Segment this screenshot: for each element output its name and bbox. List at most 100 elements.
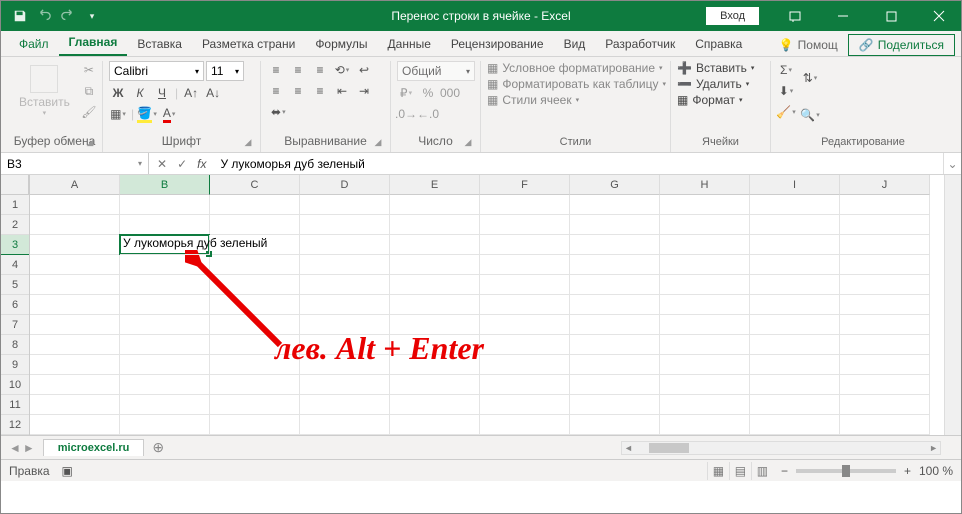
view-page-layout-icon[interactable]: ▤ [729, 462, 751, 480]
clear-icon[interactable]: 🧹 [777, 103, 795, 121]
align-right-icon[interactable]: ≡ [311, 82, 329, 100]
row-header[interactable]: 12 [1, 415, 29, 435]
col-header[interactable]: F [480, 175, 570, 195]
dialog-launcher-icon[interactable]: ◢ [84, 137, 96, 149]
row-header[interactable]: 2 [1, 215, 29, 235]
view-page-break-icon[interactable]: ▥ [751, 462, 773, 480]
tab-review[interactable]: Рецензирование [441, 32, 554, 56]
decrease-decimal-icon[interactable]: ←.0 [419, 105, 437, 123]
autosum-icon[interactable]: Σ [777, 61, 795, 79]
col-header[interactable]: D [300, 175, 390, 195]
wrap-text-icon[interactable]: ↩ [355, 61, 373, 79]
increase-font-icon[interactable]: A↑ [182, 84, 200, 102]
format-as-table-button[interactable]: ▦Форматировать как таблицу▾ [487, 77, 666, 91]
dialog-launcher-icon[interactable]: ◢ [372, 137, 384, 149]
tab-layout[interactable]: Разметка страни [192, 32, 305, 56]
ribbon-options-icon[interactable] [773, 1, 817, 31]
increase-indent-icon[interactable]: ⇥ [355, 82, 373, 100]
align-center-icon[interactable]: ≡ [289, 82, 307, 100]
col-header[interactable]: J [840, 175, 930, 195]
select-all-corner[interactable] [1, 175, 29, 195]
name-box[interactable]: B3▾ [1, 153, 149, 174]
row-header[interactable]: 10 [1, 375, 29, 395]
currency-icon[interactable]: ₽ [397, 84, 415, 102]
save-icon[interactable] [9, 5, 31, 27]
bold-icon[interactable]: Ж [109, 84, 127, 102]
horizontal-scrollbar[interactable]: ◄ ► [621, 441, 941, 455]
conditional-formatting-button[interactable]: ▦Условное форматирование▾ [487, 61, 666, 75]
tab-file[interactable]: Файл [9, 32, 59, 56]
tell-me-button[interactable]: 💡Помощ [775, 34, 842, 56]
vertical-scrollbar[interactable] [944, 175, 961, 435]
share-button[interactable]: 🔗Поделиться [848, 34, 955, 56]
align-bottom-icon[interactable]: ≡ [311, 61, 329, 79]
cancel-formula-icon[interactable]: ✕ [157, 157, 167, 171]
cells-area[interactable]: У лукоморья дуб зеленый лев. Alt + Enter [30, 195, 961, 435]
decrease-indent-icon[interactable]: ⇤ [333, 82, 351, 100]
col-header[interactable]: B [120, 175, 210, 195]
tab-developer[interactable]: Разработчик [595, 32, 685, 56]
row-header[interactable]: 6 [1, 295, 29, 315]
cut-icon[interactable]: ✂ [80, 61, 98, 79]
copy-icon[interactable]: ⧉ [80, 82, 98, 100]
increase-decimal-icon[interactable]: .0→ [397, 105, 415, 123]
col-header[interactable]: H [660, 175, 750, 195]
tab-formulas[interactable]: Формулы [305, 32, 377, 56]
borders-icon[interactable]: ▦ [109, 105, 127, 123]
row-header[interactable]: 3 [1, 235, 29, 255]
minimize-icon[interactable] [821, 1, 865, 31]
find-select-icon[interactable]: 🔍 [801, 98, 819, 132]
dialog-launcher-icon[interactable]: ◢ [242, 137, 254, 149]
format-cells-button[interactable]: ▦Формат▾ [677, 93, 754, 107]
formula-input[interactable] [214, 153, 943, 174]
comma-icon[interactable]: 000 [441, 84, 459, 102]
col-header[interactable]: C [210, 175, 300, 195]
fill-color-icon[interactable]: 🪣 [138, 105, 156, 123]
decrease-font-icon[interactable]: A↓ [204, 84, 222, 102]
col-header[interactable]: G [570, 175, 660, 195]
zoom-out-icon[interactable]: − [781, 464, 788, 478]
macro-record-icon[interactable]: ▣ [62, 464, 73, 478]
redo-icon[interactable] [57, 5, 79, 27]
font-size-combo[interactable]: 11▾ [206, 61, 244, 81]
fill-icon[interactable]: ⬇ [777, 82, 795, 100]
zoom-slider[interactable] [796, 469, 896, 473]
undo-icon[interactable] [33, 5, 55, 27]
align-left-icon[interactable]: ≡ [267, 82, 285, 100]
format-painter-icon[interactable]: 🖌 [80, 103, 98, 121]
row-header[interactable]: 4 [1, 255, 29, 275]
tab-home[interactable]: Главная [59, 30, 128, 56]
font-color-icon[interactable]: A [160, 105, 178, 123]
align-middle-icon[interactable]: ≡ [289, 61, 307, 79]
orientation-icon[interactable]: ⟲ [333, 61, 351, 79]
sheet-tab[interactable]: microexcel.ru [43, 439, 145, 456]
col-header[interactable]: A [30, 175, 120, 195]
delete-cells-button[interactable]: ➖Удалить▾ [677, 77, 754, 91]
insert-cells-button[interactable]: ➕Вставить▾ [677, 61, 754, 75]
col-header[interactable]: I [750, 175, 840, 195]
underline-icon[interactable]: Ч [153, 84, 171, 102]
tab-help[interactable]: Справка [685, 32, 752, 56]
zoom-in-icon[interactable]: + [904, 464, 911, 478]
row-header[interactable]: 1 [1, 195, 29, 215]
cell-styles-button[interactable]: ▦Стили ячеек▾ [487, 93, 666, 107]
zoom-level[interactable]: 100 % [919, 464, 953, 478]
tab-insert[interactable]: Вставка [127, 32, 192, 56]
row-header[interactable]: 9 [1, 355, 29, 375]
sheet-nav-prev-icon[interactable]: ◄ [9, 441, 21, 455]
number-format-combo[interactable]: Общий▾ [397, 61, 475, 81]
close-icon[interactable] [917, 1, 961, 31]
dialog-launcher-icon[interactable]: ◢ [462, 137, 474, 149]
percent-icon[interactable]: % [419, 84, 437, 102]
merge-icon[interactable]: ⬌ [267, 103, 290, 121]
fx-icon[interactable]: fx [197, 157, 206, 171]
maximize-icon[interactable] [869, 1, 913, 31]
add-sheet-icon[interactable]: ⊕ [144, 439, 172, 456]
qat-customize-icon[interactable]: ▾ [81, 5, 103, 27]
row-header[interactable]: 11 [1, 395, 29, 415]
signin-button[interactable]: Вход [706, 7, 759, 25]
sort-filter-icon[interactable]: ⇅ [801, 61, 819, 95]
expand-formula-bar-icon[interactable]: ⌄ [943, 153, 961, 174]
col-header[interactable]: E [390, 175, 480, 195]
sheet-nav-next-icon[interactable]: ► [23, 441, 35, 455]
